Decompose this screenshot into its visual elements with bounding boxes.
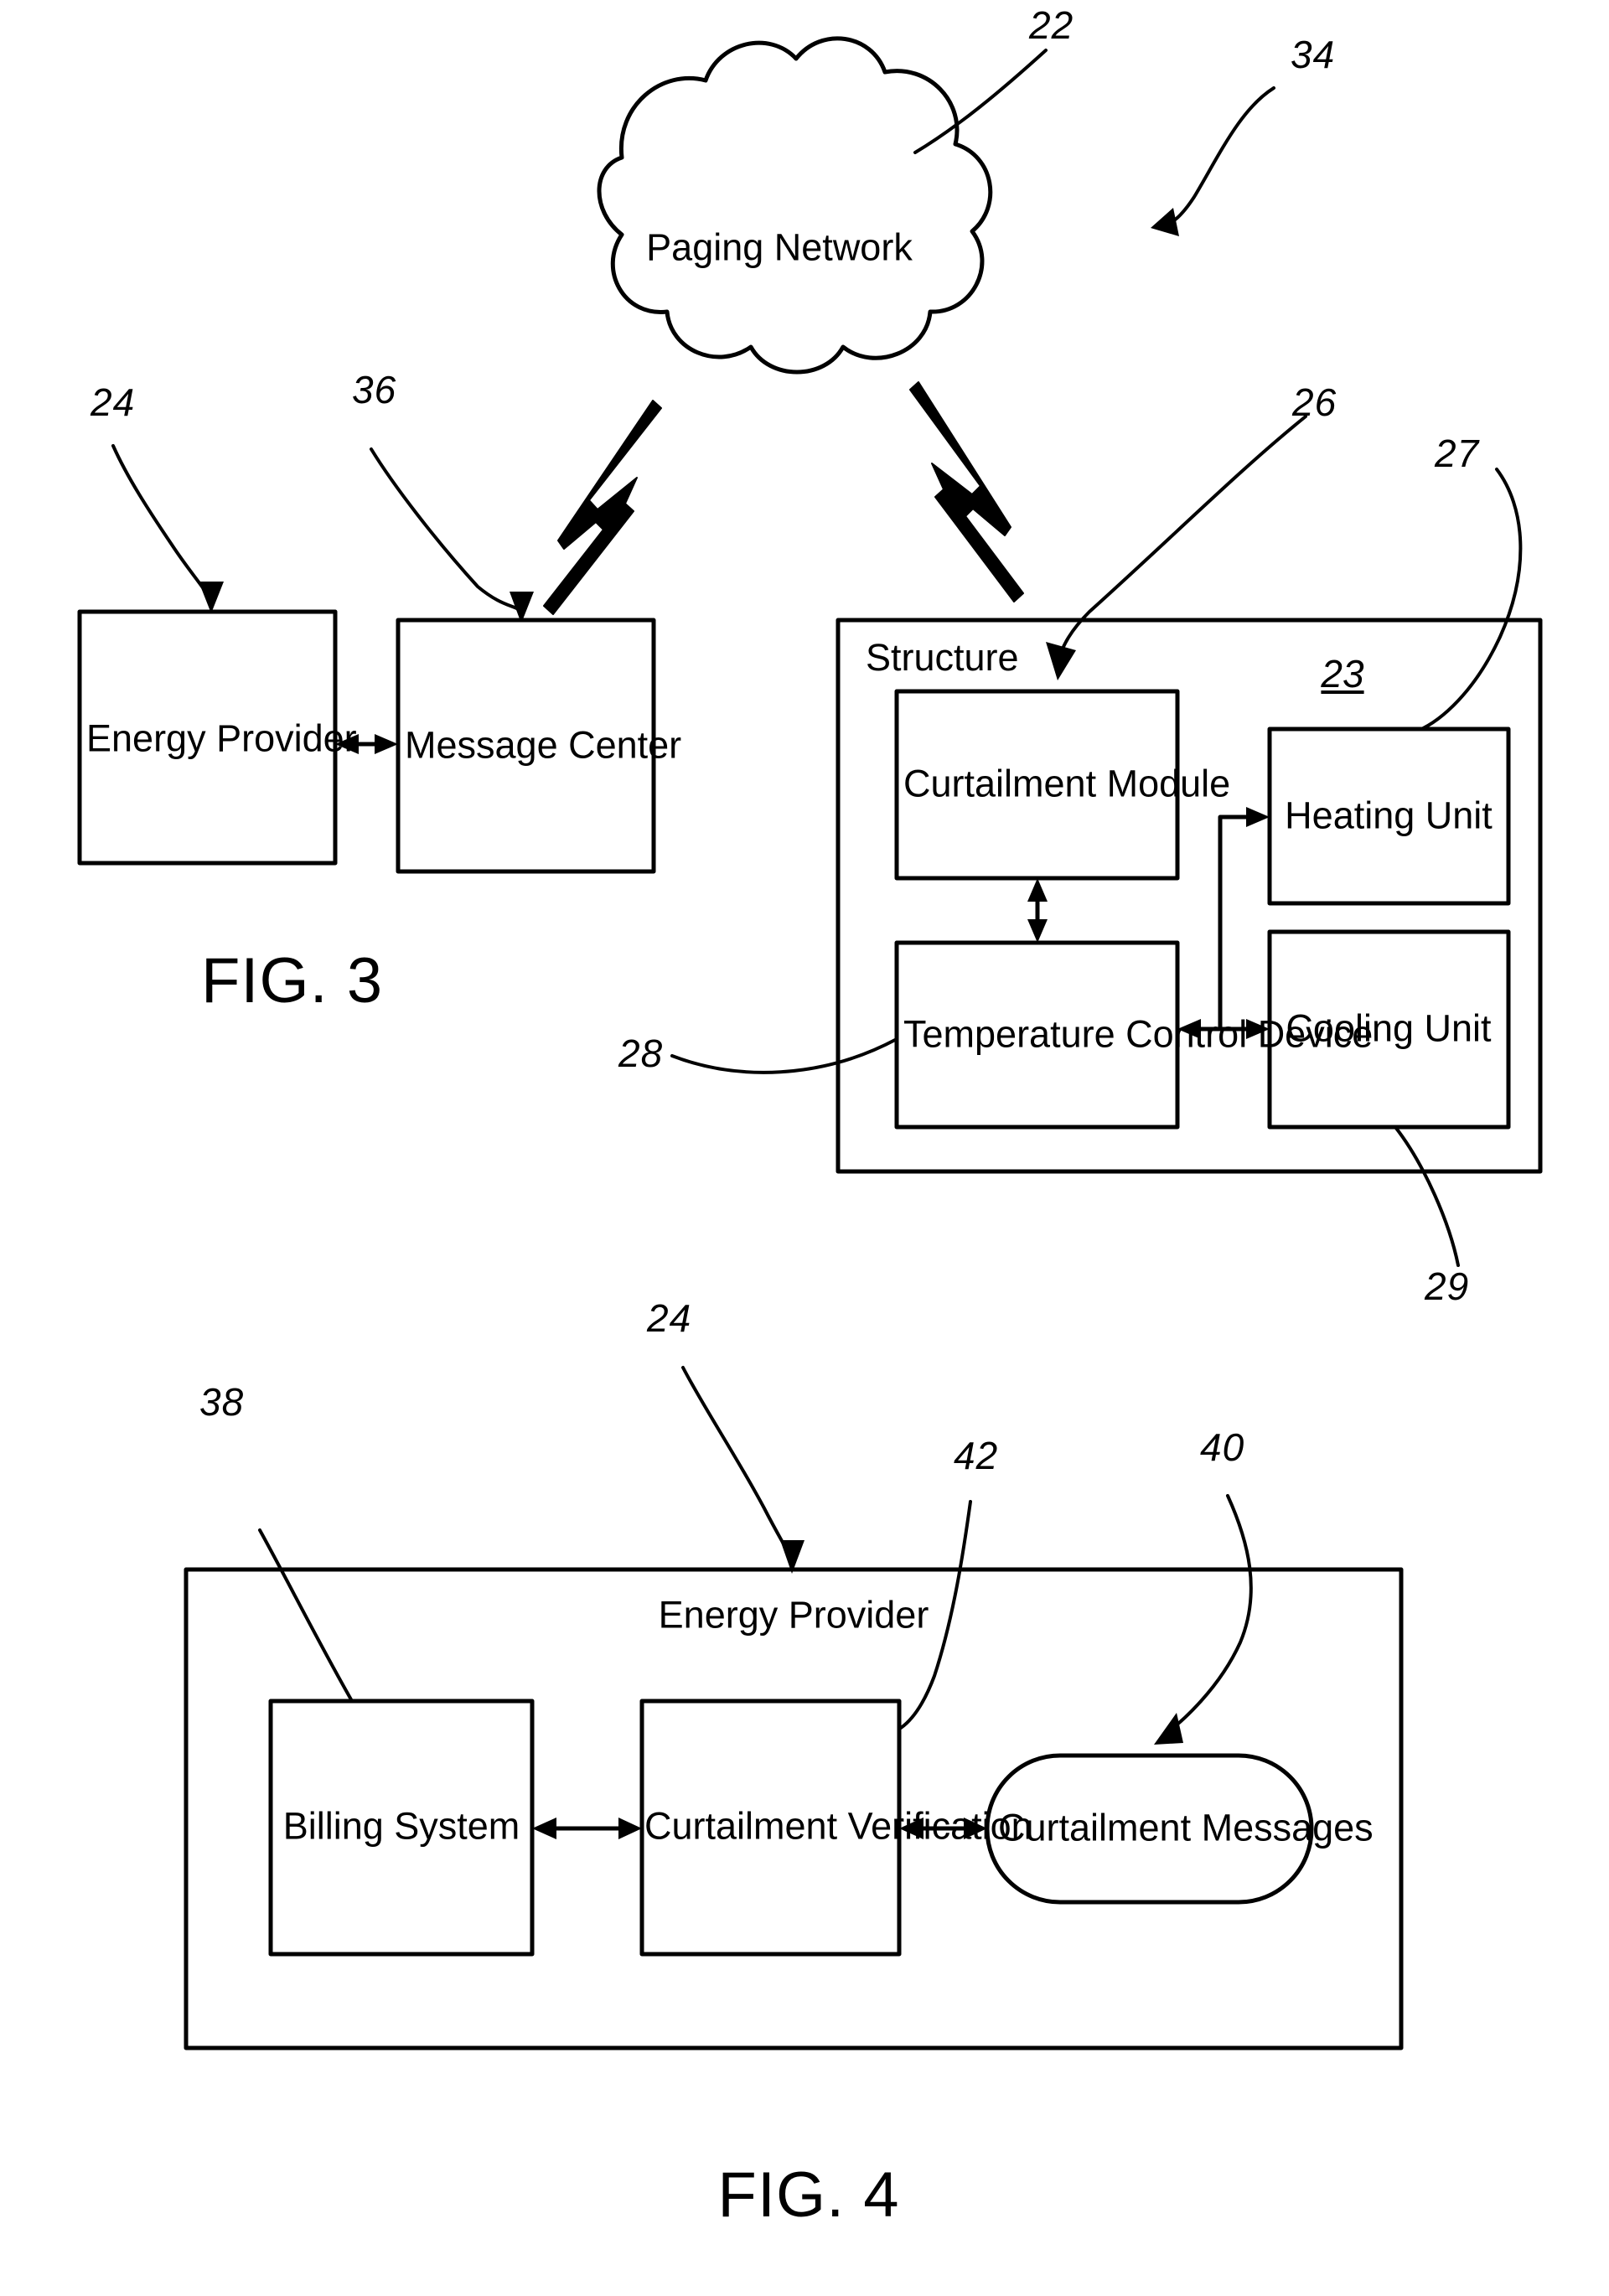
ref-27: 27 [1435, 432, 1480, 475]
heating-unit-label: Heating Unit [1285, 794, 1493, 837]
leader-36 [370, 447, 523, 613]
curtailment-module-label: Curtailment Module [903, 762, 1231, 805]
ref-26: 26 [1292, 380, 1337, 424]
arrowhead-40 [1154, 1713, 1183, 1745]
arrowhead-24-fig3 [199, 582, 224, 613]
ref-22: 22 [1029, 3, 1074, 47]
lightning-bolt-right [909, 381, 1024, 602]
ref-28: 28 [618, 1032, 664, 1075]
billing-system-label: Billing System [282, 1804, 520, 1848]
arrowhead-34 [1151, 208, 1179, 236]
patent-figure-sheet: Paging Network 22 34 24 36 Energy Provid… [0, 0, 1609, 2296]
leader-24-fig3 [111, 444, 213, 605]
leader-27 [1416, 468, 1523, 732]
curtailment-verification-label: Curtailment Verification [644, 1804, 1032, 1848]
ref-38: 38 [199, 1380, 245, 1424]
energy-provider-label-fig3: Energy Provider [86, 716, 357, 760]
arrowhead-26 [1046, 642, 1076, 680]
figure-4-caption: FIG. 4 [717, 2159, 900, 2231]
ref-40: 40 [1200, 1425, 1245, 1469]
paging-network-label: Paging Network [646, 225, 913, 269]
paging-network-cloud [597, 36, 993, 375]
ref-24-fig4: 24 [647, 1296, 692, 1340]
ref-23: 23 [1321, 652, 1364, 696]
leader-34 [1163, 86, 1275, 228]
energy-provider-label-fig4: Energy Provider [658, 1593, 929, 1637]
curtailment-messages-label: Curtailment Messages [998, 1806, 1374, 1849]
leader-28 [670, 1037, 898, 1074]
link-tcd-heating [1218, 814, 1261, 1032]
figure-line-art [77, 36, 1543, 2050]
leader-22 [913, 49, 1048, 154]
ref-36: 36 [352, 368, 397, 411]
leader-40 [1165, 1494, 1253, 1735]
ref-24-fig3: 24 [91, 380, 136, 424]
message-center-label: Message Center [405, 723, 682, 767]
ref-29: 29 [1425, 1264, 1470, 1308]
cooling-unit-label: Cooling Unit [1286, 1006, 1492, 1050]
leader-38 [258, 1528, 354, 1703]
leader-29 [1394, 1125, 1460, 1267]
leader-24-fig4 [681, 1366, 794, 1562]
temperature-control-device-label: Temperature Control Device [903, 1012, 1374, 1056]
leader-26 [1056, 415, 1307, 664]
ref-42: 42 [954, 1434, 999, 1477]
structure-label: Structure [866, 636, 1019, 679]
figure-3-caption: FIG. 3 [201, 945, 384, 1016]
lightning-bolt-left [543, 400, 662, 615]
ref-34: 34 [1291, 33, 1336, 76]
